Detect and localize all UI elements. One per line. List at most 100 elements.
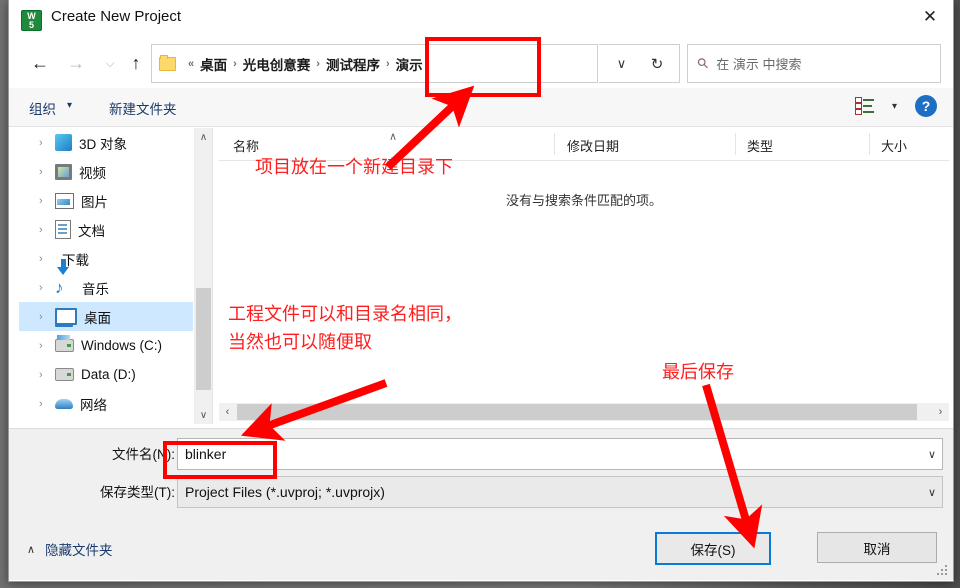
tree-item-label: 视频 xyxy=(79,165,106,181)
hide-folders-button[interactable]: ∧ 隐藏文件夹 xyxy=(27,539,113,559)
tree-item-desktop[interactable]: › 桌面 xyxy=(19,302,193,331)
tree-item-documents[interactable]: › 文档 xyxy=(19,215,193,244)
tree-item-data-d[interactable]: › Data (D:) xyxy=(19,360,193,389)
annotation-project-name-line1: 工程文件可以和目录名相同， xyxy=(228,304,462,325)
breadcrumb-item-3[interactable]: 演示 xyxy=(396,54,423,74)
help-icon[interactable]: ? xyxy=(915,95,937,117)
annotation-new-directory: 项目放在一个新建目录下 xyxy=(255,157,453,178)
desktop-icon xyxy=(55,308,77,327)
tree-item-label: 下载 xyxy=(62,252,89,268)
file-list-scrollbar[interactable]: ‹ › xyxy=(219,403,949,421)
breadcrumb-separator: › xyxy=(385,57,390,70)
filetype-value: Project Files (*.uvproj; *.uvprojx) xyxy=(185,484,385,500)
scroll-left-icon[interactable]: ‹ xyxy=(219,403,236,421)
tree-item-videos[interactable]: › 视频 xyxy=(19,157,193,186)
documents-icon xyxy=(55,220,71,239)
breadcrumb-item-1[interactable]: 光电创意赛 xyxy=(243,54,311,74)
resize-grip[interactable] xyxy=(937,565,947,575)
refresh-icon[interactable]: ↻ xyxy=(635,44,680,83)
chevron-down-icon[interactable]: ∨ xyxy=(928,486,936,499)
column-header-size[interactable]: 大小 xyxy=(881,136,907,155)
chevron-right-icon[interactable]: › xyxy=(39,340,43,352)
column-header-name[interactable]: 名称 xyxy=(233,136,259,155)
folder-icon xyxy=(159,54,176,71)
chevron-down-icon[interactable]: ∨ xyxy=(928,448,936,461)
chevron-down-icon[interactable]: ▾ xyxy=(892,101,897,112)
scroll-up-icon[interactable]: ∧ xyxy=(195,128,212,146)
tree-item-3d-objects[interactable]: › 3D 对象 xyxy=(19,128,193,157)
scroll-right-icon[interactable]: › xyxy=(932,403,949,421)
scroll-down-icon[interactable]: ∨ xyxy=(195,406,212,424)
empty-list-message: 没有与搜索条件匹配的项。 xyxy=(505,193,662,208)
column-header-type[interactable]: 类型 xyxy=(747,136,773,155)
chevron-right-icon[interactable]: › xyxy=(39,253,43,265)
sort-ascending-icon: ∧ xyxy=(389,131,398,143)
tree-item-windows-c[interactable]: › Windows (C:) xyxy=(19,331,193,360)
scrollbar-thumb[interactable] xyxy=(196,288,211,390)
tree-item-network[interactable]: › 网络 xyxy=(19,389,193,418)
annotation-project-name-line2: 当然也可以随便取 xyxy=(228,332,372,353)
filetype-label: 保存类型(T): xyxy=(100,485,175,500)
chevron-right-icon[interactable]: › xyxy=(39,195,43,207)
tree-item-label: 3D 对象 xyxy=(79,136,128,152)
search-icon: ⚲ xyxy=(693,53,713,73)
tree-item-label: 音乐 xyxy=(82,281,109,297)
chevron-right-icon[interactable]: › xyxy=(39,282,43,294)
close-icon[interactable]: ✕ xyxy=(907,0,953,34)
view-mode-icon[interactable] xyxy=(855,97,875,115)
navigation-tree: › 3D 对象 › 视频 › 图片 › 文档 › 下载 › ♪ 音乐 › 桌面 … xyxy=(19,128,193,424)
tree-item-downloads[interactable]: › 下载 xyxy=(19,244,193,275)
keil-uvision-icon: W5 xyxy=(21,10,42,31)
drive-icon xyxy=(55,368,74,381)
chevron-right-icon[interactable]: › xyxy=(39,398,43,410)
chevron-right-icon[interactable]: › xyxy=(39,224,43,236)
breadcrumb-overflow[interactable]: « xyxy=(188,58,194,70)
tree-item-label: 图片 xyxy=(81,194,108,210)
tree-item-music[interactable]: › ♪ 音乐 xyxy=(19,273,193,302)
pictures-icon xyxy=(55,192,74,209)
annotation-box-breadcrumb xyxy=(425,37,541,97)
chevron-right-icon[interactable]: › xyxy=(39,166,43,178)
column-header-date[interactable]: 修改日期 xyxy=(567,136,619,155)
up-icon[interactable]: ↑ xyxy=(121,48,151,78)
tree-scrollbar[interactable]: ∧ ∨ xyxy=(194,128,212,424)
chevron-right-icon[interactable]: › xyxy=(39,369,43,381)
breadcrumb-separator: › xyxy=(233,57,237,70)
dialog-footer: ∧ 隐藏文件夹 保存(S) 取消 xyxy=(9,523,953,580)
breadcrumb-separator: › xyxy=(316,57,320,70)
chevron-right-icon[interactable]: › xyxy=(39,137,43,149)
tree-item-label: 文档 xyxy=(78,223,105,239)
back-icon[interactable]: ← xyxy=(25,48,55,78)
save-button[interactable]: 保存(S) xyxy=(655,532,771,565)
system-drive-icon xyxy=(55,335,74,352)
tree-item-label: 网络 xyxy=(80,397,107,413)
breadcrumb-item-2[interactable]: 测试程序 xyxy=(326,54,380,74)
tree-item-label: 桌面 xyxy=(84,310,111,326)
hide-folders-label: 隐藏文件夹 xyxy=(45,543,113,558)
search-placeholder: 在 演示 中搜索 xyxy=(716,57,802,72)
title-bar: W5 Create New Project ✕ xyxy=(9,0,953,38)
organize-button[interactable]: 组织 xyxy=(29,98,56,118)
annotation-box-filename xyxy=(163,441,277,479)
videos-icon xyxy=(55,163,72,180)
tree-item-label: Data (D:) xyxy=(81,367,136,382)
chevron-right-icon[interactable]: › xyxy=(39,311,43,323)
annotation-save-last: 最后保存 xyxy=(662,362,734,383)
window-title: Create New Project xyxy=(51,8,182,25)
forward-icon[interactable]: → xyxy=(61,48,91,78)
scrollbar-thumb[interactable] xyxy=(237,404,917,420)
tree-item-label: Windows (C:) xyxy=(81,338,163,353)
chevron-down-icon[interactable]: ▾ xyxy=(67,100,72,111)
search-input[interactable]: ⚲ 在 演示 中搜索 xyxy=(687,44,941,83)
pane-splitter[interactable] xyxy=(212,128,213,424)
3d-objects-icon xyxy=(55,134,72,151)
cancel-button[interactable]: 取消 xyxy=(817,532,937,563)
filetype-select[interactable]: Project Files (*.uvproj; *.uvprojx) ∨ xyxy=(177,476,943,508)
breadcrumb-item-0[interactable]: 桌面 xyxy=(200,54,227,74)
filename-input[interactable]: blinker ∨ xyxy=(177,438,943,470)
chevron-up-icon: ∧ xyxy=(27,543,36,556)
new-folder-button[interactable]: 新建文件夹 xyxy=(109,98,177,118)
music-icon: ♪ xyxy=(55,277,64,297)
tree-item-pictures[interactable]: › 图片 xyxy=(19,186,193,215)
file-form: 文件名(N): blinker ∨ 保存类型(T): Project Files… xyxy=(9,428,953,524)
